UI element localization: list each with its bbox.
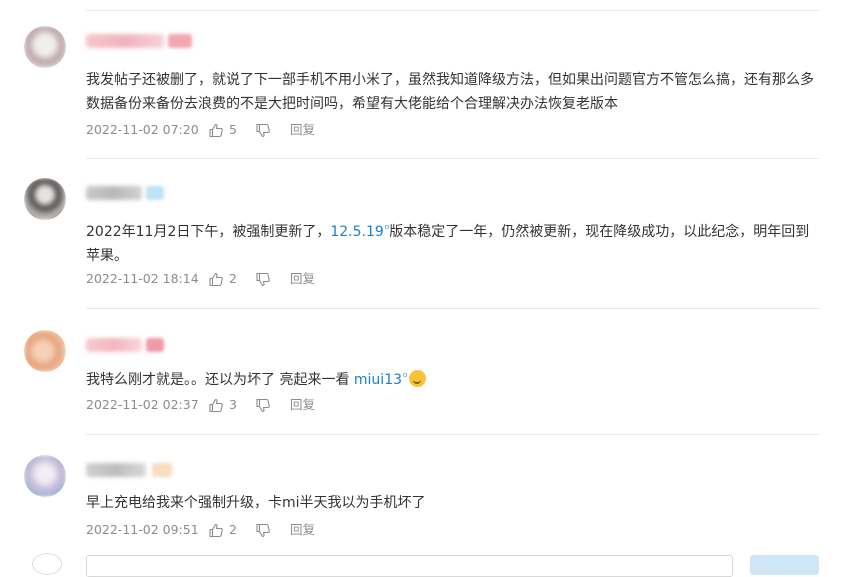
reply-button[interactable]: 回复 xyxy=(290,396,315,414)
username[interactable] xyxy=(86,186,142,200)
thumbs-up-icon[interactable] xyxy=(208,523,224,538)
comment-time: 2022-11-02 09:51 xyxy=(86,522,199,537)
user-badge xyxy=(152,463,172,477)
like-count: 2 xyxy=(229,271,237,286)
avatar[interactable] xyxy=(24,455,66,497)
reply-button[interactable]: 回复 xyxy=(290,121,315,139)
top-divider xyxy=(86,10,819,11)
comment-text: 我特么刚才就是。。还以为坏了 亮起来一看 miui13ᴼ xyxy=(86,366,821,392)
link-icon: ᴼ xyxy=(403,373,408,383)
comment-time: 2022-11-02 18:14 xyxy=(86,271,199,286)
submit-button[interactable] xyxy=(750,555,819,575)
thumbs-up-icon[interactable] xyxy=(208,123,224,138)
version-link[interactable]: 12.5.19 xyxy=(330,224,383,240)
thumbs-down-icon[interactable] xyxy=(255,123,271,138)
like-count: 5 xyxy=(229,122,237,137)
reply-button[interactable]: 回复 xyxy=(290,270,315,288)
avatar[interactable] xyxy=(24,26,66,68)
thumbs-up-icon[interactable] xyxy=(208,398,224,413)
comment-divider xyxy=(86,308,819,309)
user-badge xyxy=(168,34,192,48)
thumbs-down-icon[interactable] xyxy=(255,272,271,287)
laughing-emoji-icon xyxy=(409,370,427,387)
like-count: 2 xyxy=(229,522,237,537)
version-link[interactable]: miui13 xyxy=(354,372,402,388)
username[interactable] xyxy=(86,463,146,477)
user-badge xyxy=(146,186,164,200)
reply-button[interactable]: 回复 xyxy=(290,521,315,539)
reply-bar xyxy=(0,550,844,577)
comment-text-part: 我特么刚才就是。。还以为坏了 亮起来一看 xyxy=(86,372,354,388)
thumbs-up-icon[interactable] xyxy=(208,272,224,287)
current-user-avatar xyxy=(32,553,62,575)
comment-text: 早上充电给我来个强制升级，卡mi半天我以为手机坏了 xyxy=(86,495,426,511)
thumbs-down-icon[interactable] xyxy=(255,398,271,413)
comment-text-part: 2022年11月2日下午，被强制更新了， xyxy=(86,224,331,240)
avatar[interactable] xyxy=(24,178,66,220)
user-badge xyxy=(146,338,164,352)
comment-time: 2022-11-02 07:20 xyxy=(86,122,199,137)
username[interactable] xyxy=(86,34,164,48)
comment-text: 2022年11月2日下午，被强制更新了，12.5.19ᴼ版本稳定了一年，仍然被更… xyxy=(86,218,821,268)
like-count: 3 xyxy=(229,397,237,412)
comment-divider xyxy=(86,434,819,435)
reply-input[interactable] xyxy=(86,555,733,577)
username[interactable] xyxy=(86,338,142,352)
comment-divider xyxy=(86,158,819,159)
thumbs-down-icon[interactable] xyxy=(255,523,271,538)
comment-text: 我发帖子还被删了，就说了下一部手机不用小米了，虽然我知道降级方法，但如果出问题官… xyxy=(86,72,814,112)
avatar[interactable] xyxy=(24,330,66,372)
comment-time: 2022-11-02 02:37 xyxy=(86,397,199,412)
